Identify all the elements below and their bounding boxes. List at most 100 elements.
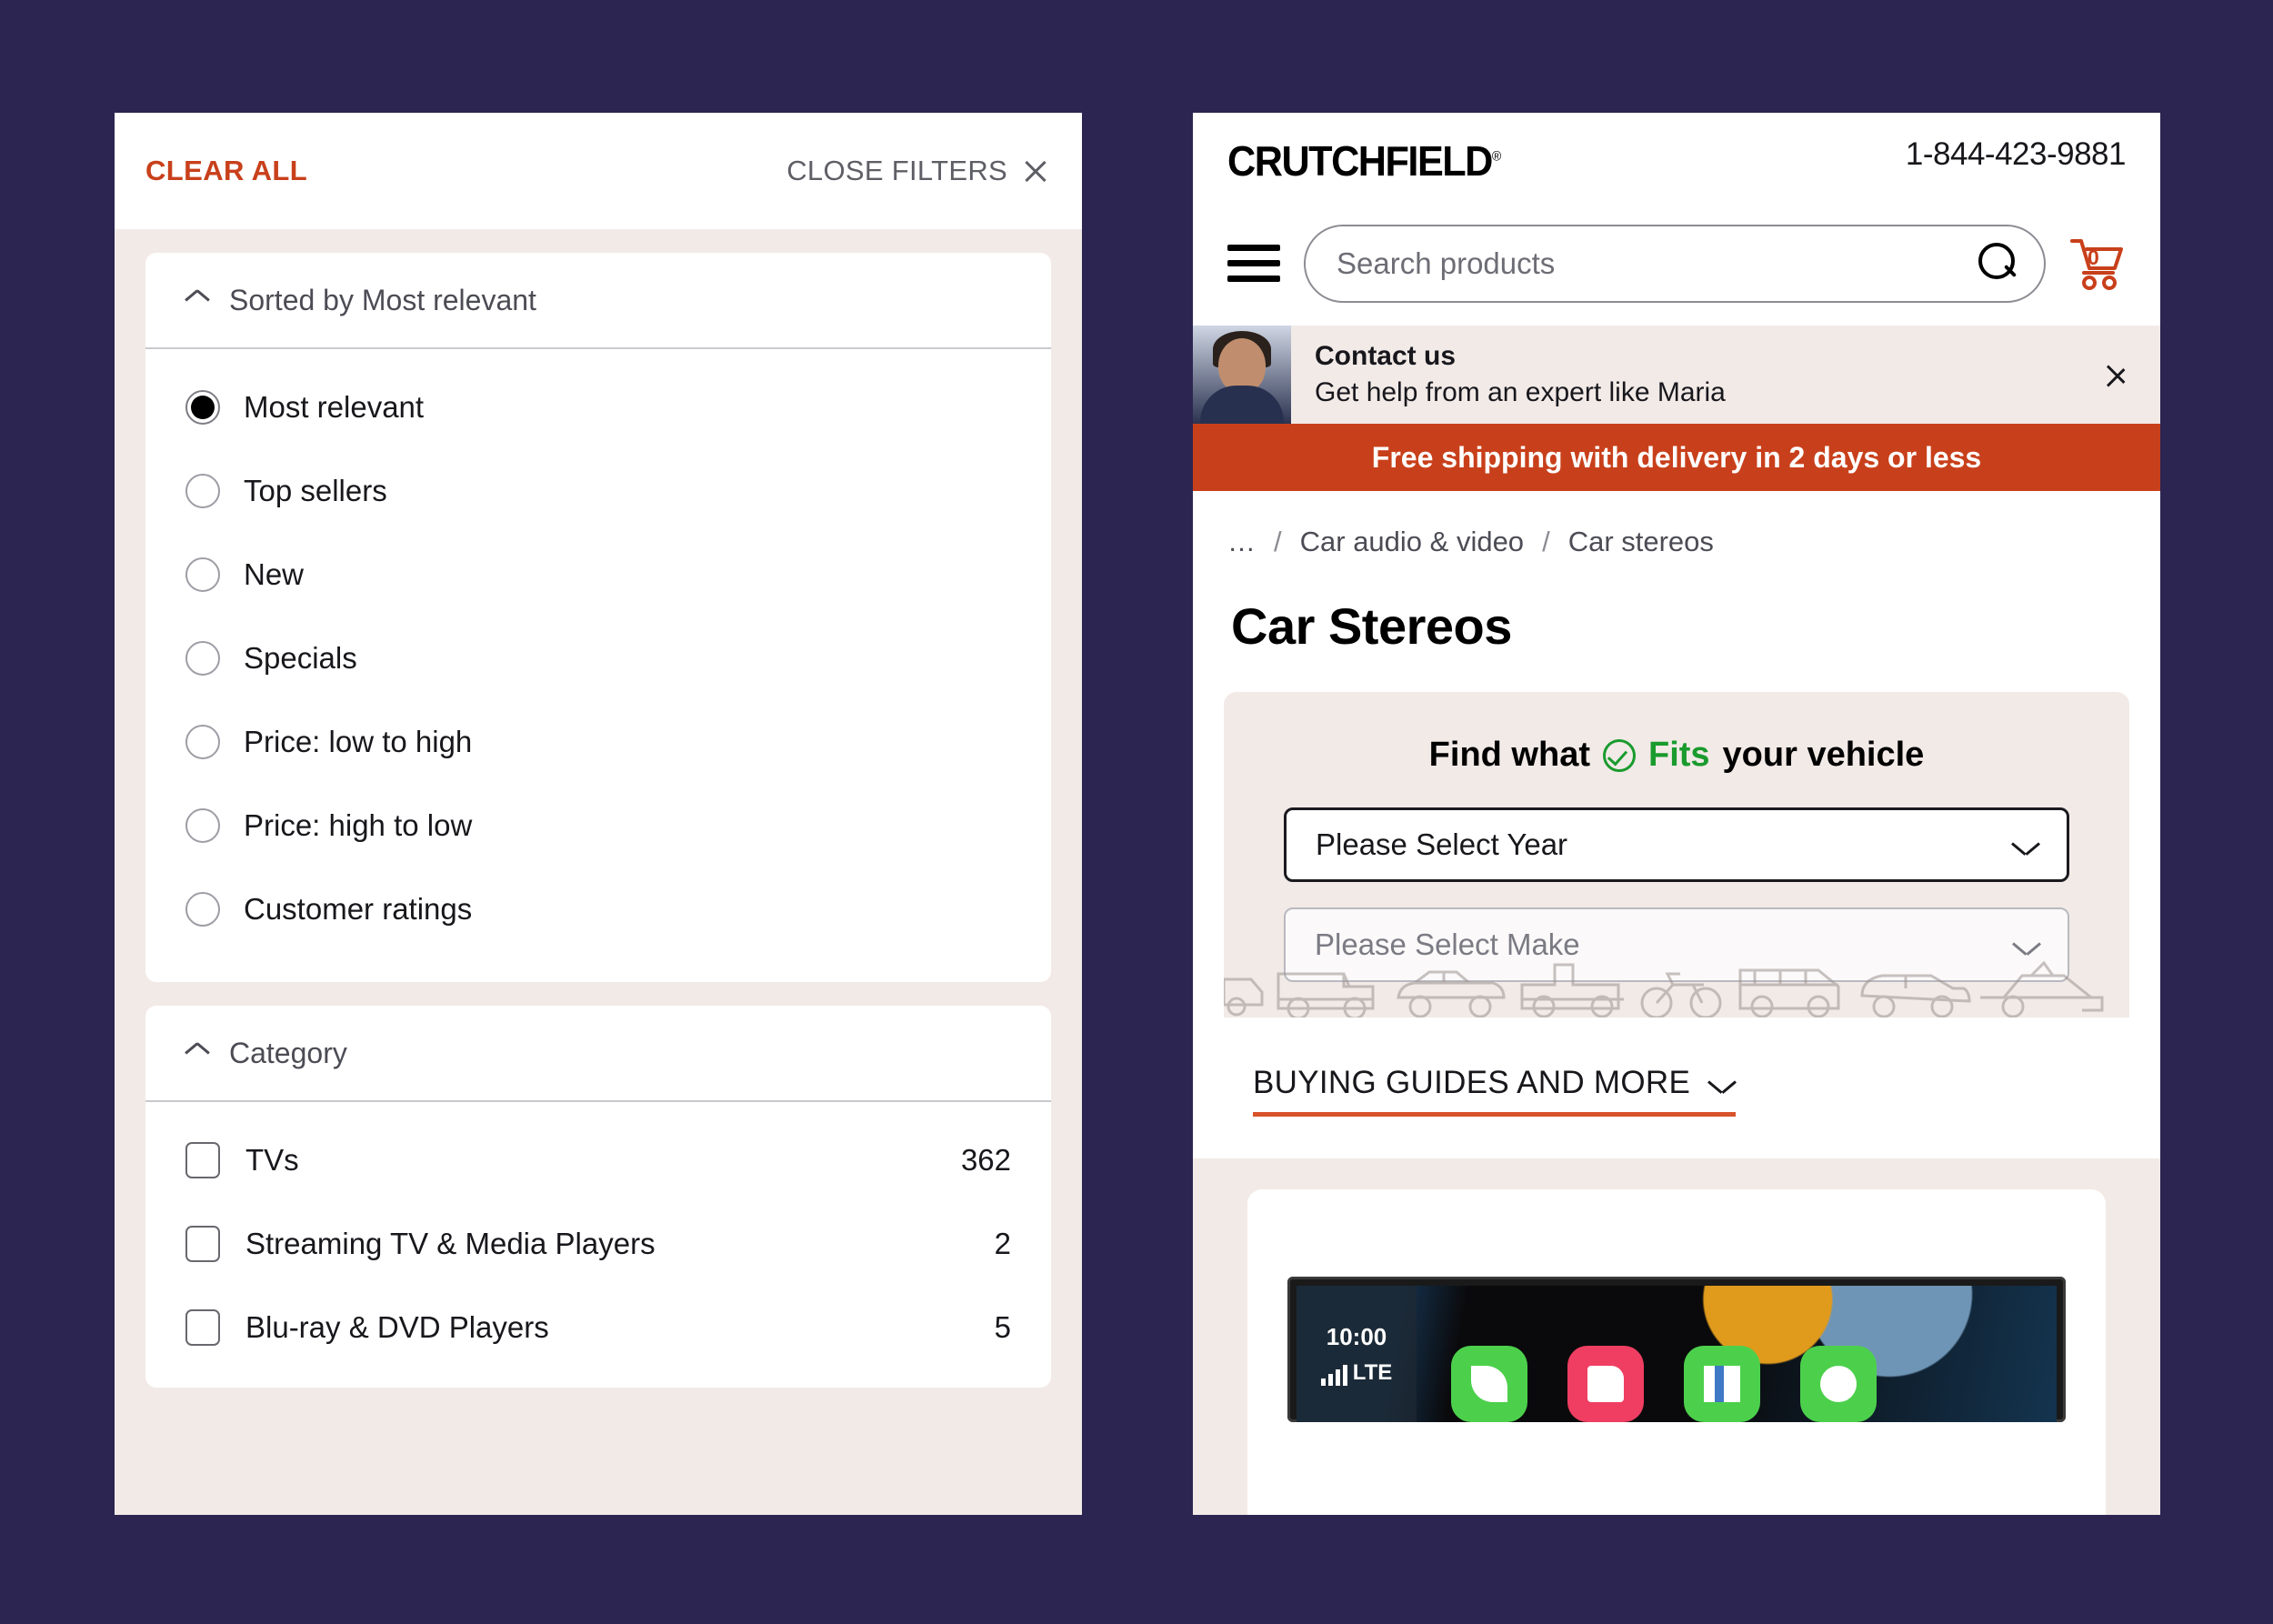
category-item-streaming-tv-media-players[interactable]: Streaming TV & Media Players 2 bbox=[185, 1202, 1011, 1286]
stereo-status-bar: 10:00 LTE bbox=[1297, 1286, 1417, 1422]
stereo-app-row bbox=[1417, 1286, 1877, 1422]
category-item-label: Streaming TV & Media Players bbox=[245, 1227, 656, 1260]
crutchfield-logo[interactable]: CRUTCHFIELD® bbox=[1227, 136, 1501, 185]
promo-card[interactable]: 10:00 LTE bbox=[1247, 1189, 2106, 1515]
check-circle-icon bbox=[1602, 738, 1636, 772]
logo-wordmark: CRUTCHFIELD bbox=[1227, 137, 1493, 185]
sort-option-specials[interactable]: Specials bbox=[185, 617, 1011, 700]
search-input[interactable] bbox=[1337, 246, 1977, 281]
radio-icon bbox=[185, 892, 220, 927]
radio-icon bbox=[185, 557, 220, 592]
filters-panel: CLEAR ALL CLOSE FILTERS Sorted by Most r… bbox=[115, 113, 1082, 1515]
sort-card: Sorted by Most relevant Most relevant To… bbox=[145, 253, 1051, 982]
category-item-count: 5 bbox=[994, 1310, 1011, 1344]
chevron-up-icon bbox=[185, 294, 209, 306]
buying-guides-toggle[interactable]: BUYING GUIDES AND MORE bbox=[1253, 1065, 1737, 1117]
messages-app-icon bbox=[1800, 1346, 1877, 1422]
category-item-label: Blu-ray & DVD Players bbox=[245, 1310, 549, 1344]
contact-text: Contact us Get help from an expert like … bbox=[1291, 341, 2104, 408]
contact-us-banner[interactable]: Contact us Get help from an expert like … bbox=[1193, 326, 2160, 424]
sort-option-top-sellers[interactable]: Top sellers bbox=[185, 449, 1011, 533]
van-icon-partial bbox=[1224, 977, 1264, 1017]
radio-icon bbox=[185, 390, 220, 425]
radio-icon bbox=[185, 641, 220, 676]
screenshot-stage: CLEAR ALL CLOSE FILTERS Sorted by Most r… bbox=[0, 0, 2273, 1624]
boxy-suv-icon bbox=[1738, 968, 1840, 1018]
filters-header: CLEAR ALL CLOSE FILTERS bbox=[115, 113, 1082, 229]
breadcrumb-separator: / bbox=[1274, 526, 1282, 557]
category-card-header[interactable]: Category bbox=[145, 1006, 1051, 1102]
checkbox-icon bbox=[185, 1142, 220, 1178]
sort-option-label: Customer ratings bbox=[244, 892, 473, 926]
close-filters-label: CLOSE FILTERS bbox=[786, 155, 1007, 186]
buying-guides-label: BUYING GUIDES AND MORE bbox=[1253, 1065, 1691, 1100]
contact-title: Contact us bbox=[1315, 341, 1457, 371]
fitment-headline-fits: Fits bbox=[1647, 736, 1710, 774]
sort-card-title: Sorted by Most relevant bbox=[229, 283, 536, 316]
radio-icon bbox=[185, 474, 220, 508]
van-icon bbox=[1277, 972, 1375, 1018]
sort-option-price-low-high[interactable]: Price: low to high bbox=[185, 700, 1011, 784]
category-item-blu-ray-dvd-players[interactable]: Blu-ray & DVD Players 5 bbox=[185, 1286, 1011, 1369]
category-item-tvs[interactable]: TVs 362 bbox=[185, 1118, 1011, 1202]
sort-option-label: New bbox=[244, 557, 305, 591]
sort-option-price-high-low[interactable]: Price: high to low bbox=[185, 784, 1011, 867]
fitment-headline-post: your vehicle bbox=[1722, 736, 1925, 774]
pickup-truck-icon bbox=[1520, 963, 1624, 1018]
sort-option-label: Price: low to high bbox=[244, 725, 473, 758]
registered-trademark-icon: ® bbox=[1491, 148, 1501, 165]
vehicle-icons-strip bbox=[1224, 948, 2129, 1018]
boat-trailer-icon bbox=[1980, 960, 2104, 1018]
chevron-up-icon bbox=[185, 1047, 209, 1059]
breadcrumb-separator: / bbox=[1542, 526, 1550, 557]
search-box[interactable] bbox=[1304, 225, 2046, 303]
stereo-clock: 10:00 bbox=[1326, 1322, 1387, 1350]
year-select[interactable]: Please Select Year bbox=[1284, 807, 2069, 882]
chevron-down-icon bbox=[1708, 1075, 1736, 1091]
sort-option-customer-ratings[interactable]: Customer ratings bbox=[185, 867, 1011, 951]
category-options-list: TVs 362 Streaming TV & Media Players 2 B… bbox=[145, 1102, 1051, 1388]
category-card-title: Category bbox=[229, 1036, 347, 1069]
sort-option-most-relevant[interactable]: Most relevant bbox=[185, 366, 1011, 449]
year-select-value: Please Select Year bbox=[1316, 827, 1568, 861]
sort-option-new[interactable]: New bbox=[185, 533, 1011, 617]
motorcycle-icon bbox=[1640, 972, 1722, 1018]
breadcrumb-item-car-stereos[interactable]: Car stereos bbox=[1568, 526, 1714, 558]
shipping-banner: Free shipping with delivery in 2 days or… bbox=[1193, 424, 2160, 491]
sort-option-label: Specials bbox=[244, 641, 357, 675]
phone-app-icon bbox=[1451, 1346, 1527, 1422]
category-item-count: 362 bbox=[960, 1143, 1011, 1177]
checkbox-icon bbox=[185, 1226, 220, 1262]
cart-count-badge: 0 bbox=[2088, 246, 2099, 269]
search-icon[interactable] bbox=[1977, 243, 2018, 285]
breadcrumb-item-car-audio-video[interactable]: Car audio & video bbox=[1300, 526, 1524, 558]
shipping-banner-text: Free shipping with delivery in 2 days or… bbox=[1371, 440, 1982, 474]
phone-number[interactable]: 1-844-423-9881 bbox=[1906, 136, 2127, 173]
breadcrumb: … / Car audio & video / Car stereos bbox=[1193, 491, 2160, 558]
search-row: 0 bbox=[1227, 222, 2126, 306]
sort-option-label: Price: high to low bbox=[244, 808, 473, 842]
vehicle-fitment-card: Find what Fits your vehicle Please Selec… bbox=[1224, 692, 2129, 1018]
car-stereo-product-image: 10:00 LTE bbox=[1287, 1277, 2066, 1422]
close-icon bbox=[1022, 157, 1049, 185]
chevron-down-icon bbox=[2012, 837, 2039, 853]
buying-guides-row: BUYING GUIDES AND MORE bbox=[1193, 1018, 2160, 1117]
avatar bbox=[1193, 326, 1291, 424]
sort-options-list: Most relevant Top sellers New Specials P… bbox=[145, 349, 1051, 982]
chevron-right-icon bbox=[2104, 354, 2128, 396]
close-filters-button[interactable]: CLOSE FILTERS bbox=[786, 155, 1049, 187]
site-panel: CRUTCHFIELD® 1-844-423-9881 Search produ… bbox=[1193, 113, 2160, 1515]
category-item-label: TVs bbox=[245, 1143, 299, 1177]
clear-all-button[interactable]: CLEAR ALL bbox=[145, 155, 307, 187]
category-card: Category TVs 362 Streaming TV & Media Pl… bbox=[145, 1006, 1051, 1388]
suv-icon bbox=[1397, 970, 1506, 1018]
menu-icon[interactable] bbox=[1227, 245, 1280, 283]
breadcrumb-ellipsis[interactable]: … bbox=[1227, 526, 1256, 558]
radio-icon bbox=[185, 808, 220, 843]
cart-button[interactable]: 0 bbox=[2069, 236, 2126, 292]
signal-bars-icon bbox=[1320, 1364, 1347, 1386]
sort-option-label: Top sellers bbox=[244, 474, 387, 507]
sort-card-header[interactable]: Sorted by Most relevant bbox=[145, 253, 1051, 349]
promo-area: 10:00 LTE bbox=[1193, 1158, 2160, 1515]
checkbox-icon bbox=[185, 1309, 220, 1346]
